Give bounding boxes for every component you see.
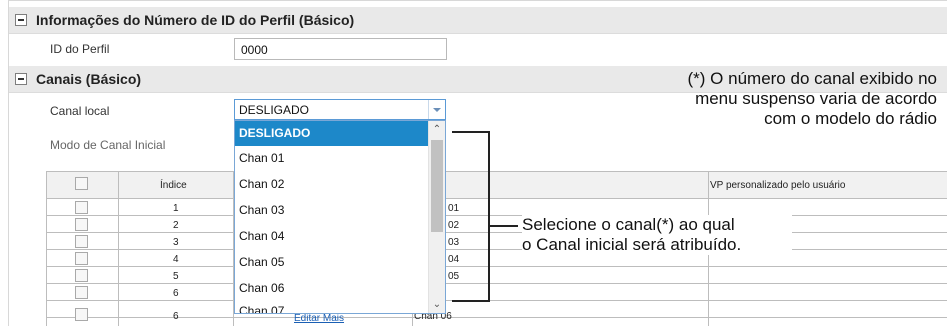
dropdown-option[interactable]: Chan 03 bbox=[235, 198, 429, 223]
row-partial-channel: 01 bbox=[448, 203, 460, 214]
table-divider bbox=[46, 198, 947, 199]
row-partial-channel: 04 bbox=[448, 254, 460, 265]
scroll-down-icon[interactable]: ⌄ bbox=[429, 296, 445, 313]
dropdown-option[interactable]: Chan 01 bbox=[235, 146, 429, 171]
table-divider bbox=[46, 249, 947, 250]
table-divider bbox=[46, 283, 947, 284]
channel-note: (*) O número do canal exibido no menu su… bbox=[617, 69, 937, 129]
dropdown-option[interactable]: Chan 04 bbox=[235, 224, 429, 249]
profile-id-value: 0000 bbox=[241, 43, 268, 57]
bracket-line bbox=[452, 131, 490, 133]
local-channel-select[interactable]: DESLIGADO bbox=[234, 99, 446, 120]
scroll-up-icon[interactable]: ⌃ bbox=[429, 121, 445, 138]
row-index: 6 bbox=[173, 288, 179, 299]
profile-id-section-title: Informações do Número de ID do Perfil (B… bbox=[36, 12, 355, 28]
channels-section-title: Canais (Básico) bbox=[36, 71, 142, 87]
collapse-toggle-icon[interactable] bbox=[15, 73, 27, 85]
row-index: 1 bbox=[173, 203, 179, 214]
profile-id-label: ID do Perfil bbox=[50, 42, 110, 56]
dropdown-option[interactable]: Chan 02 bbox=[235, 172, 429, 197]
row-checkbox[interactable] bbox=[75, 269, 88, 282]
channel-note-line: (*) O número do canal exibido no bbox=[687, 69, 937, 88]
initial-channel-mode-label: Modo de Canal Inicial bbox=[50, 138, 166, 152]
dropdown-option[interactable]: Chan 06 bbox=[235, 276, 429, 301]
chevron-down-icon[interactable] bbox=[428, 100, 445, 119]
dropdown-scrollbar[interactable]: ⌃ ⌄ bbox=[428, 121, 445, 313]
row-index: 3 bbox=[173, 237, 179, 248]
row-partial-channel: 05 bbox=[448, 271, 460, 282]
row-partial-channel: 03 bbox=[448, 237, 460, 248]
channel-note-line: com o modelo do rádio bbox=[764, 109, 937, 128]
row-partial-channel: 02 bbox=[448, 220, 460, 231]
bracket-line bbox=[488, 131, 490, 302]
collapse-toggle-icon[interactable] bbox=[15, 14, 27, 26]
table-divider bbox=[46, 300, 947, 301]
dropdown-option[interactable]: DESLIGADO bbox=[235, 121, 429, 146]
dropdown-option[interactable]: Chan 07 bbox=[235, 299, 429, 313]
dropdown-option[interactable]: Chan 05 bbox=[235, 250, 429, 275]
callout-line: o Canal inicial será atribuído. bbox=[522, 235, 742, 254]
channel-note-line: menu suspenso varia de acordo bbox=[695, 89, 937, 108]
row-index: 6 bbox=[173, 311, 179, 322]
channel-dropdown-list[interactable]: DESLIGADO Chan 01 Chan 02 Chan 03 Chan 0… bbox=[234, 120, 446, 314]
scrollbar-thumb[interactable] bbox=[431, 140, 443, 232]
table-divider bbox=[46, 232, 947, 233]
profile-id-input[interactable]: 0000 bbox=[234, 38, 447, 60]
row-index: 2 bbox=[173, 220, 179, 231]
row-index: 5 bbox=[173, 271, 179, 282]
select-all-checkbox[interactable] bbox=[75, 177, 88, 190]
local-channel-value: DESLIGADO bbox=[239, 103, 310, 117]
settings-panel bbox=[8, 0, 947, 326]
row-checkbox[interactable] bbox=[75, 286, 88, 299]
table-border bbox=[46, 171, 947, 172]
row-checkbox[interactable] bbox=[75, 252, 88, 265]
profile-id-section-header[interactable]: Informações do Número de ID do Perfil (B… bbox=[9, 7, 947, 34]
table-divider bbox=[46, 215, 947, 216]
index-column-header: Índice bbox=[160, 180, 187, 191]
row-index: 4 bbox=[173, 254, 179, 265]
vp-column-header: VP personalizado pelo usuário bbox=[710, 180, 846, 191]
callout-line: Selecione o canal(*) ao qual bbox=[522, 215, 735, 234]
bracket-line bbox=[452, 300, 490, 302]
table-divider bbox=[118, 171, 119, 326]
select-channel-callout: Selecione o canal(*) ao qual o Canal ini… bbox=[522, 215, 792, 255]
table-divider bbox=[46, 266, 947, 267]
row-checkbox[interactable] bbox=[75, 308, 88, 321]
row-checkbox[interactable] bbox=[75, 218, 88, 231]
edit-more-link[interactable]: Editar Mais bbox=[294, 313, 344, 324]
table-border bbox=[46, 171, 47, 326]
row-checkbox[interactable] bbox=[75, 235, 88, 248]
row-checkbox[interactable] bbox=[75, 201, 88, 214]
local-channel-label: Canal local bbox=[50, 104, 110, 118]
table-divider bbox=[46, 317, 947, 318]
callout-pointer-line bbox=[490, 225, 518, 227]
